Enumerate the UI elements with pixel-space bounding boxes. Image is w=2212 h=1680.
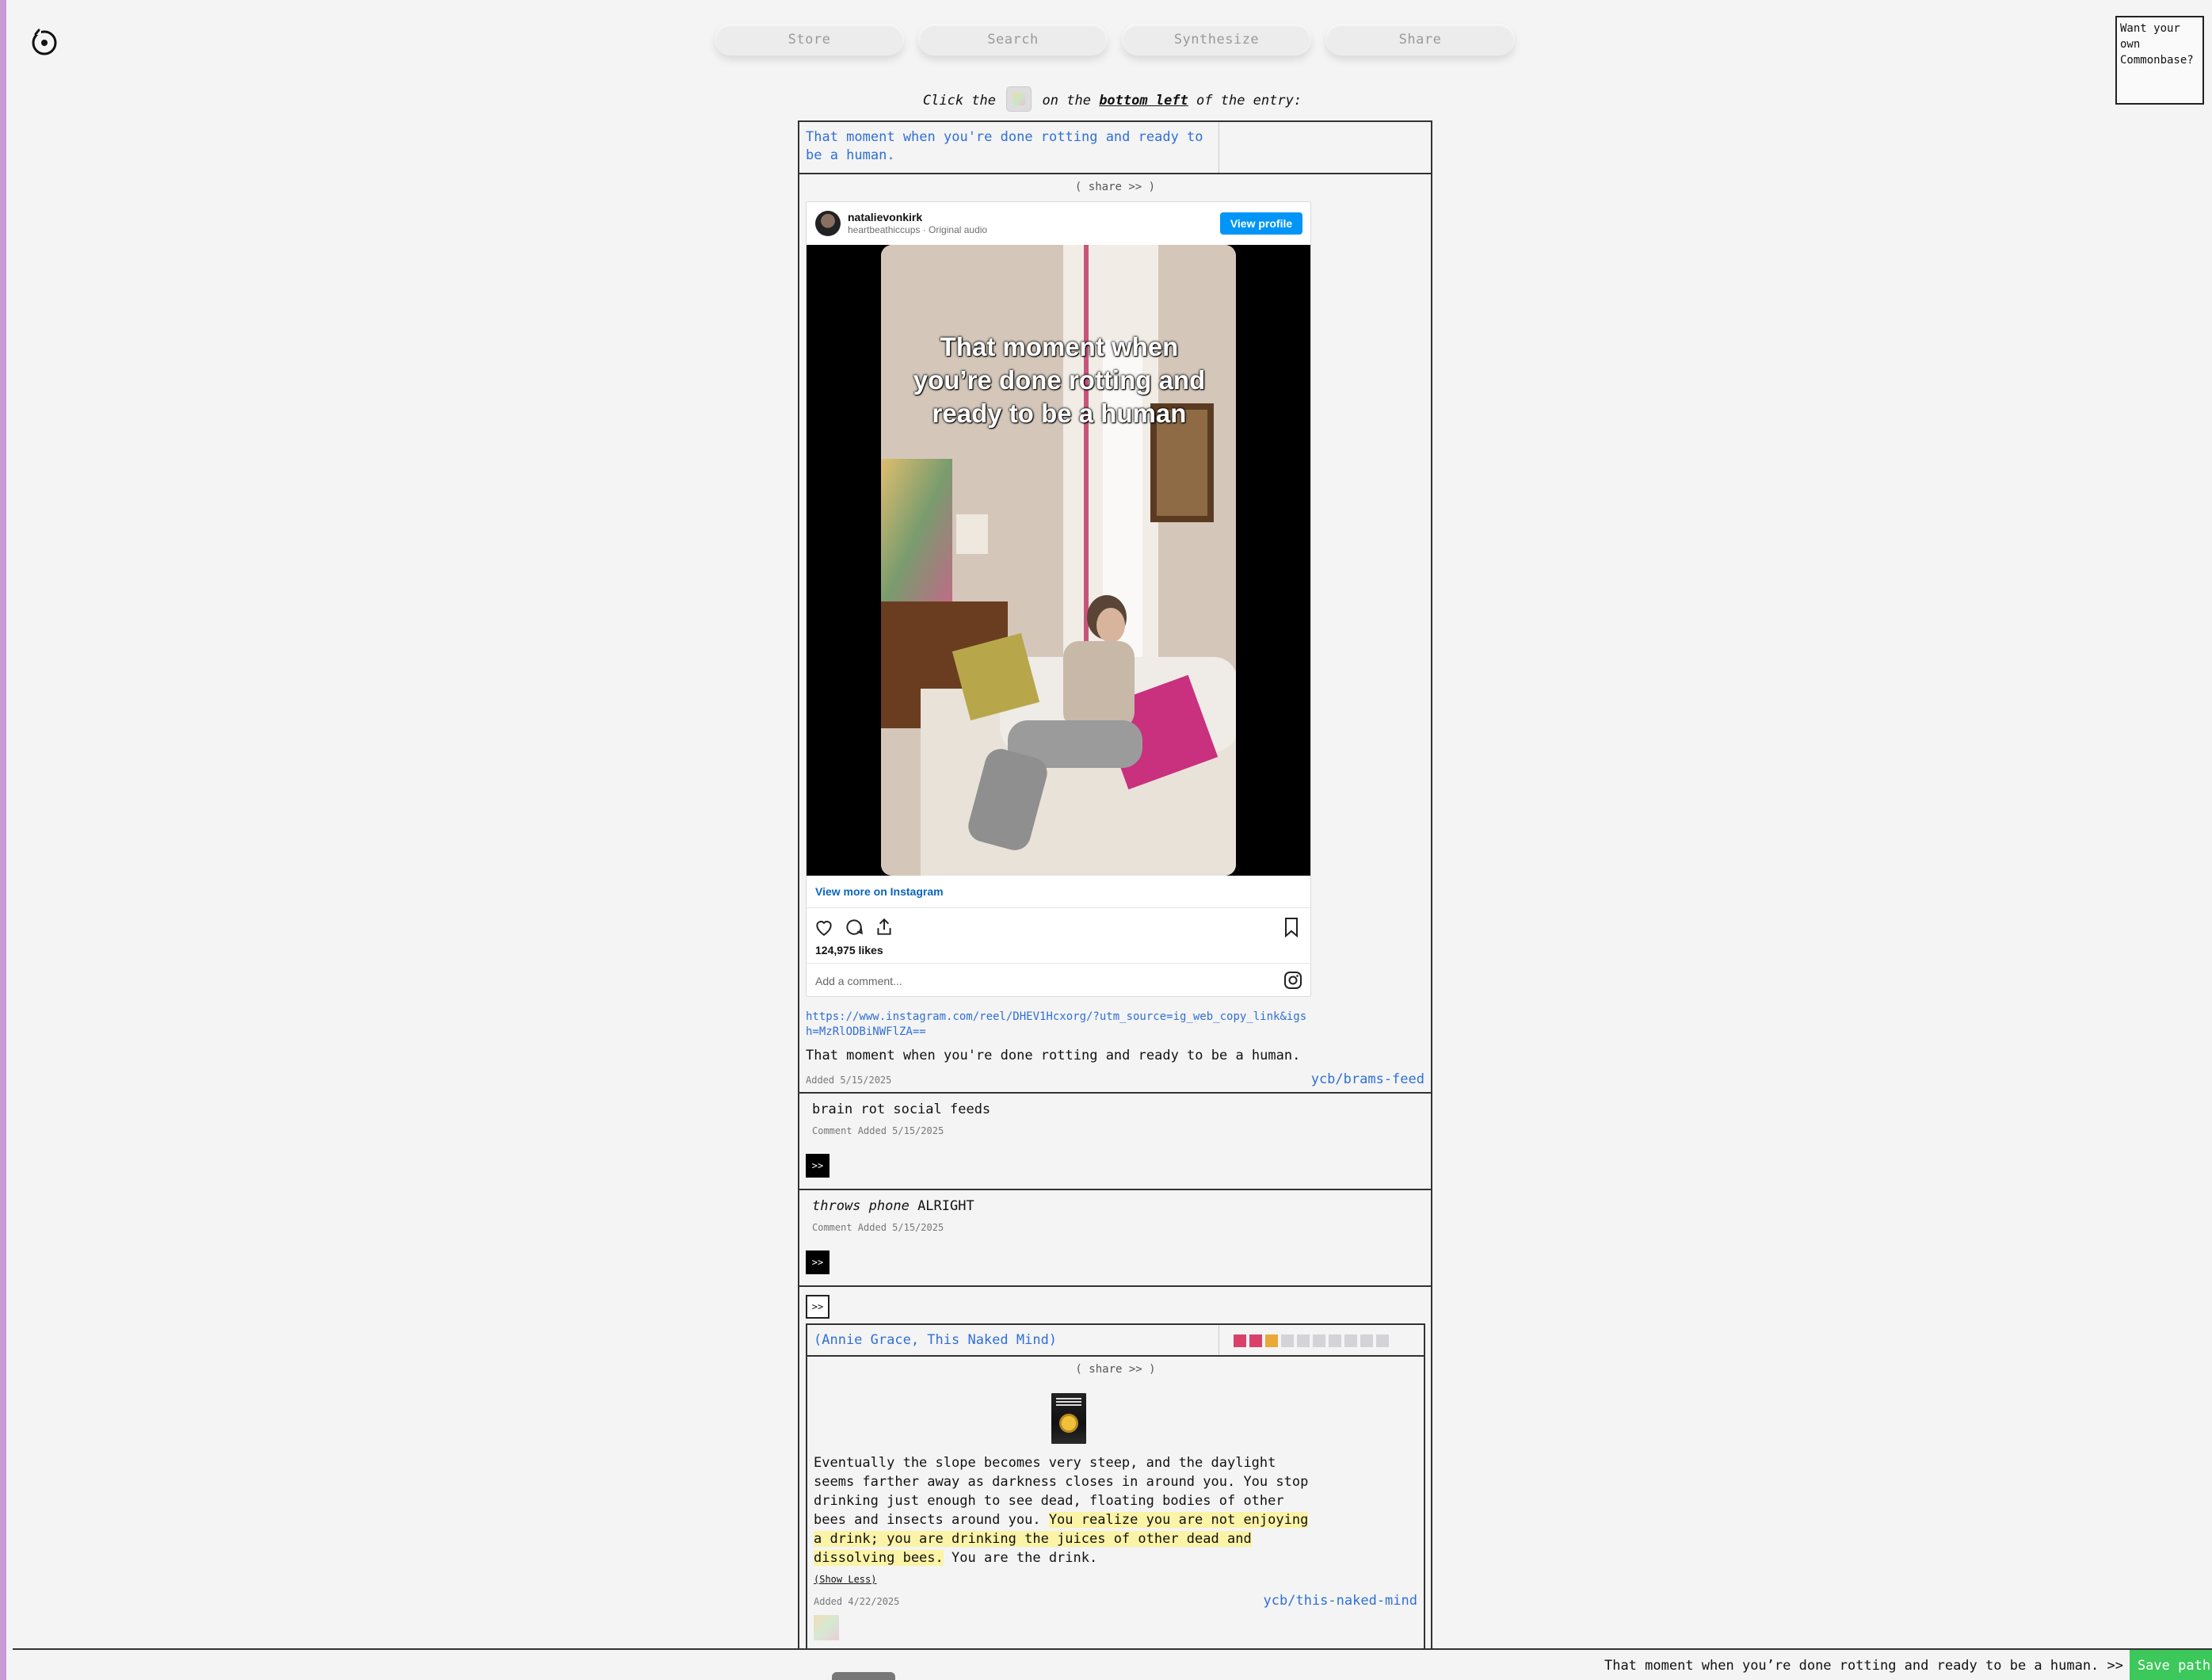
swatch: [1329, 1334, 1341, 1347]
action-icons: [814, 917, 894, 937]
swatch: [1360, 1334, 1373, 1347]
comment-text-content: brain rot social feeds: [812, 1102, 991, 1117]
view-more-link[interactable]: View more on Instagram: [815, 885, 944, 898]
swatch-bar: [1219, 1325, 1389, 1355]
reel-overlay-text: That moment when you’re done rotting and…: [913, 332, 1206, 428]
comment: throws phone ALRIGHT Comment Added 5/15/…: [799, 1189, 1431, 1285]
swatch: [1249, 1334, 1262, 1347]
reel-video[interactable]: That moment when you’re done rotting and…: [807, 245, 1310, 876]
swatch: [1281, 1334, 1294, 1347]
entry-added-date: Added 5/15/2025: [806, 1075, 892, 1086]
tab-search[interactable]: Search: [918, 24, 1108, 55]
instruction-prefix: Click the: [922, 93, 997, 109]
instagram-icon[interactable]: [1283, 971, 1302, 990]
bookmark-button[interactable]: [1282, 917, 1301, 937]
comment-icon[interactable]: [844, 917, 864, 937]
commonbase-logo-icon[interactable]: [29, 27, 60, 59]
bookmark-icon[interactable]: [1282, 917, 1301, 937]
heart-icon[interactable]: [814, 917, 834, 937]
comment-meta: Comment Added 5/15/2025: [812, 1222, 944, 1233]
comment-text: brain rot social feeds: [812, 1102, 990, 1117]
comment-text-content: ALRIGHT: [909, 1198, 974, 1214]
linked-entry-added-date: Added 4/22/2025: [814, 1596, 900, 1607]
swatch: [1313, 1334, 1325, 1347]
linked-entry-header: (Annie Grace, This Naked Mind): [807, 1325, 1424, 1357]
likes-count: 124,975 likes: [815, 944, 883, 956]
comment-open-button[interactable]: >>: [806, 1250, 830, 1274]
share-icon[interactable]: [874, 917, 894, 937]
instruction-line: Click the on the bottom left of the entr…: [6, 87, 2212, 113]
quote-text-end: You are the drink.: [943, 1550, 1098, 1566]
instagram-audio-subtitle: heartbeathiccups · Original audio: [848, 224, 988, 235]
comment-text: throws phone ALRIGHT: [812, 1198, 974, 1214]
comment-meta: Comment Added 5/15/2025: [812, 1125, 944, 1136]
instagram-username[interactable]: natalievonkirk: [848, 211, 922, 223]
scroll-handle[interactable]: [832, 1672, 895, 1680]
save-path-button[interactable]: Save path: [2130, 1650, 2212, 1680]
tab-synthesize[interactable]: Synthesize: [1122, 24, 1311, 55]
book-cover-image: [1051, 1393, 1086, 1444]
linked-entry-quote: Eventually the slope becomes very steep,…: [814, 1453, 1321, 1567]
instruction-middle: on the: [1042, 93, 1091, 109]
entry-tag-link[interactable]: ycb/brams-feed: [1311, 1071, 1424, 1087]
add-comment-input[interactable]: Add a comment...: [815, 975, 902, 987]
share-link[interactable]: ( share >> ): [807, 1363, 1424, 1376]
linked-entry-tag-link[interactable]: ycb/this-naked-mind: [1264, 1593, 1417, 1609]
linked-entry-title[interactable]: (Annie Grace, This Naked Mind): [807, 1325, 1219, 1355]
entry-meta: Added 5/15/2025 ycb/brams-feed: [799, 1070, 1431, 1092]
comment-open-button[interactable]: >>: [806, 1154, 830, 1178]
instruction-suffix: of the entry:: [1196, 93, 1302, 109]
swatch: [1297, 1334, 1310, 1347]
main-tabs: Store Search Synthesize Share: [715, 24, 1515, 57]
divider: [807, 907, 1310, 908]
comment-emphasis: throws phone: [812, 1198, 910, 1214]
entry-source-url[interactable]: https://www.instagram.com/reel/DHEV1Hcxo…: [806, 1010, 1313, 1040]
divider: [807, 963, 1310, 964]
instagram-header: natalievonkirk heartbeathiccups · Origin…: [807, 202, 1310, 245]
linked-entries-row: >>: [799, 1285, 1431, 1323]
linked-entry-card: (Annie Grace, This Naked Mind) ( share >…: [806, 1323, 1425, 1648]
share-link[interactable]: ( share >> ): [799, 181, 1431, 193]
comment: brain rot social feeds Comment Added 5/1…: [799, 1092, 1431, 1189]
swatch: [1376, 1334, 1389, 1347]
path-footer: That moment when you’re done rotting and…: [13, 1648, 2212, 1680]
avatar[interactable]: [815, 211, 841, 236]
entry-body-text: That moment when you're done rotting and…: [806, 1048, 1301, 1063]
entry-title[interactable]: That moment when you're done rotting and…: [799, 122, 1219, 173]
instruction-emphasis: bottom left: [1099, 93, 1188, 109]
swatch: [1344, 1334, 1357, 1347]
tab-share[interactable]: Share: [1325, 24, 1515, 55]
entry-thumbnail-icon: [1007, 87, 1032, 111]
instagram-logo[interactable]: [1283, 971, 1302, 990]
entry-thumbnail-icon[interactable]: [814, 1615, 839, 1640]
swatch: [1234, 1334, 1246, 1347]
path-breadcrumb: That moment when you’re done rotting and…: [1604, 1658, 2123, 1674]
tab-store[interactable]: Store: [715, 24, 904, 55]
view-profile-button[interactable]: View profile: [1220, 212, 1302, 235]
instagram-embed: natalievonkirk heartbeathiccups · Origin…: [806, 201, 1311, 997]
promo-text: Want your own Commonbase?: [2120, 22, 2194, 67]
show-less-link[interactable]: (Show Less): [814, 1574, 876, 1585]
swatch: [1265, 1334, 1278, 1347]
entry-card: That moment when you're done rotting and…: [798, 120, 1432, 1650]
reel-frame: That moment when you’re done rotting and…: [881, 245, 1236, 876]
expand-linked-button[interactable]: >>: [806, 1295, 830, 1319]
entry-header: That moment when you're done rotting and…: [799, 122, 1431, 174]
